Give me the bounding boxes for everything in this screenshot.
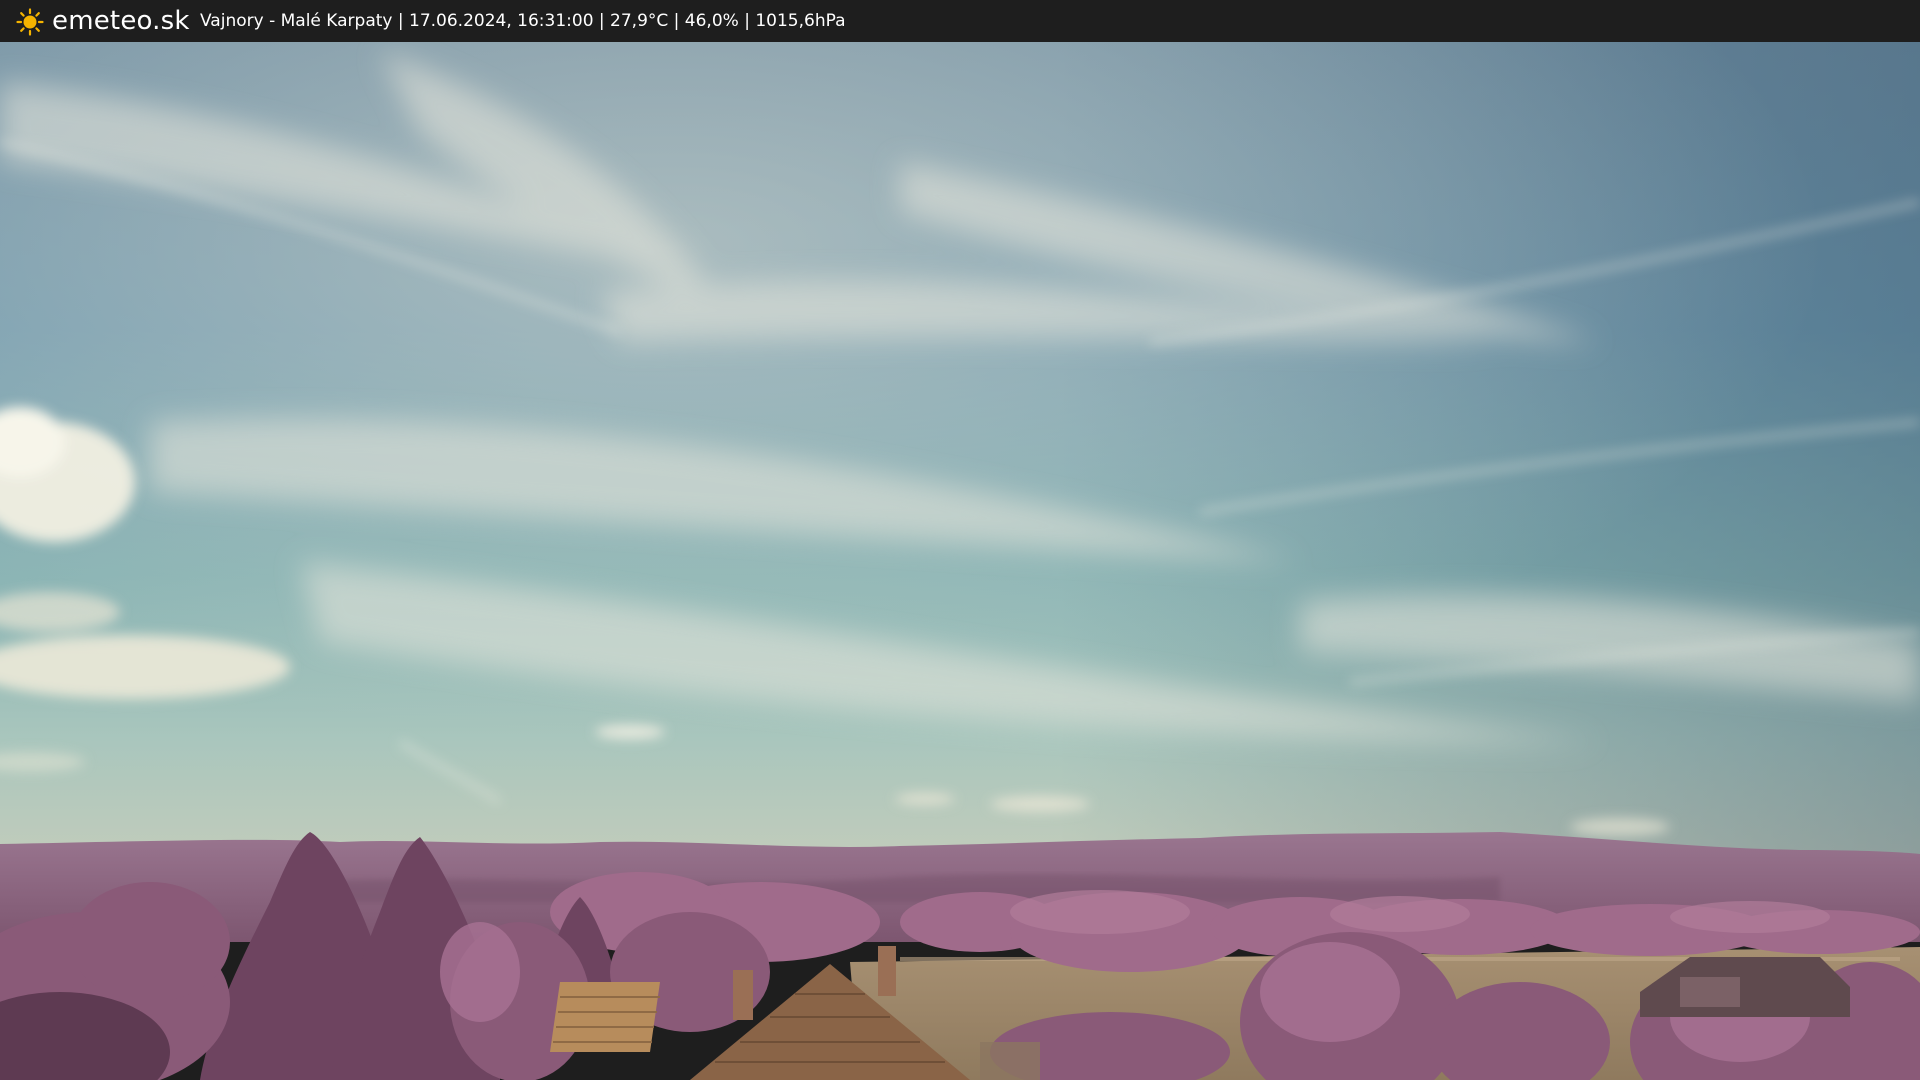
weather-info-line: Vajnory - Malé Karpaty | 17.06.2024, 16:… — [200, 11, 846, 31]
webcam-image — [0, 42, 1920, 1080]
sun-icon — [16, 8, 44, 36]
site-logo-text[interactable]: emeteo.sk — [52, 2, 190, 40]
webcam-header-bar: emeteo.sk Vajnory - Malé Karpaty | 17.06… — [0, 0, 1920, 42]
